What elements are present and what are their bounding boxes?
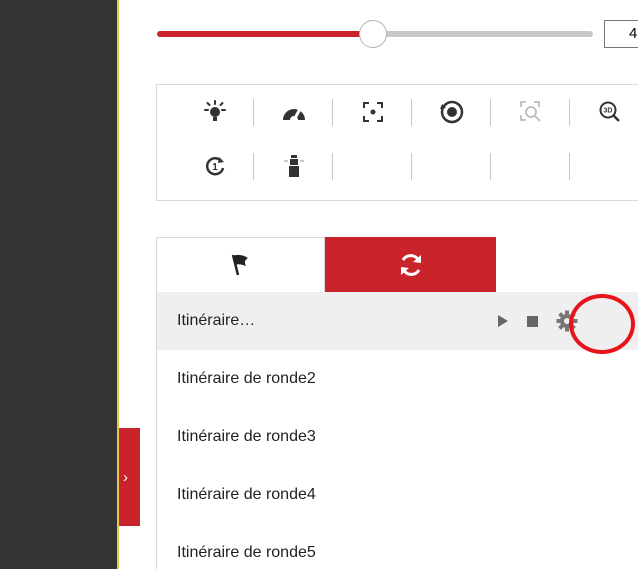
one-touch-patrol-button[interactable]: 1 xyxy=(187,152,243,180)
speed-value-input[interactable]: 4 xyxy=(604,20,638,48)
patrol-label: Itinéraire de ronde2 xyxy=(177,370,316,387)
zoom-3d-icon: 3D xyxy=(599,101,620,122)
one-touch-patrol-icon: 1 xyxy=(205,157,225,176)
preset-patrol-tabs xyxy=(156,237,638,292)
speed-slider-track[interactable] xyxy=(375,31,593,37)
patrol-label: Itinéraire de ronde4 xyxy=(177,486,316,503)
patrol-label: Itinéraire de ronde5 xyxy=(177,544,316,561)
light-icon xyxy=(204,100,226,121)
list-item[interactable]: Itinéraire… xyxy=(157,292,638,350)
zoom-3d-disabled-button[interactable] xyxy=(503,98,559,126)
tab-preset[interactable] xyxy=(156,237,325,292)
list-item[interactable]: Itinéraire de ronde2 xyxy=(157,350,638,408)
list-item[interactable]: Itinéraire de ronde4 xyxy=(157,466,638,524)
speed-slider-thumb[interactable] xyxy=(359,20,387,48)
park-icon xyxy=(284,155,304,177)
park-button[interactable] xyxy=(266,152,322,180)
manual-tracking-button[interactable] xyxy=(424,98,480,126)
zoom-3d-button[interactable]: 3D xyxy=(582,98,638,126)
play-icon[interactable] xyxy=(497,314,509,328)
light-button[interactable] xyxy=(187,98,243,126)
tab-patrol[interactable] xyxy=(325,237,496,292)
list-item[interactable]: Itinéraire de ronde3 xyxy=(157,408,638,466)
patrol-cycle-icon xyxy=(400,253,421,276)
annotation-circle xyxy=(569,294,635,354)
patrol-list: Itinéraire… Itinéraire de ronde2 Itinéra… xyxy=(156,292,638,569)
focus-area-button[interactable] xyxy=(345,98,401,126)
manual-track-icon xyxy=(440,100,464,124)
patrol-row-actions xyxy=(497,292,578,350)
zoom-3d-disabled-icon xyxy=(520,101,541,122)
focus-area-icon xyxy=(363,102,383,122)
wiper-button[interactable] xyxy=(266,98,322,126)
chevron-right-icon: › xyxy=(123,468,128,486)
flag-icon xyxy=(231,254,248,276)
speed-slider-fill[interactable] xyxy=(157,31,375,37)
collapse-panel-button[interactable]: › xyxy=(119,428,140,526)
left-panel xyxy=(0,0,117,569)
wiper-icon xyxy=(283,108,305,121)
patrol-label: Itinéraire… xyxy=(177,312,256,329)
stop-icon[interactable] xyxy=(527,315,538,327)
list-item[interactable]: Itinéraire de ronde5 xyxy=(157,524,638,582)
ptz-control-grid: 3D 1 xyxy=(156,84,638,201)
patrol-label: Itinéraire de ronde3 xyxy=(177,428,316,445)
svg-text:1: 1 xyxy=(212,162,218,173)
svg-text:3D: 3D xyxy=(604,108,613,115)
